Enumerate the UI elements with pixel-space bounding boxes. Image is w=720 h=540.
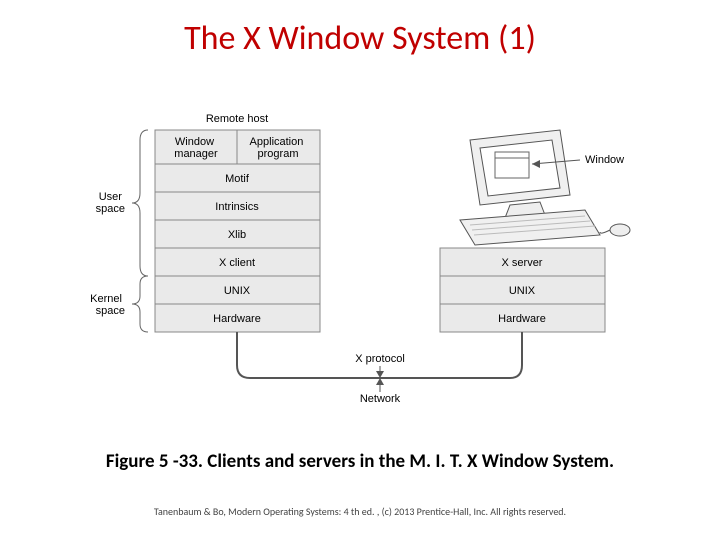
x-window-diagram: Window manager Application program Motif… bbox=[40, 110, 680, 430]
xserver-stack: X server UNIX Hardware bbox=[440, 248, 605, 332]
window-label: Window bbox=[585, 154, 624, 166]
network-label: Network bbox=[360, 393, 401, 405]
copyright-footer: Tanenbaum & Bo, Modern Operating Systems… bbox=[0, 505, 720, 518]
layer-unix-left: UNIX bbox=[224, 285, 251, 297]
x-protocol-label: X protocol bbox=[355, 353, 405, 365]
app-program-label-1: Application bbox=[250, 136, 304, 148]
window-manager-label-2: manager bbox=[174, 148, 218, 160]
computer-icon bbox=[460, 130, 630, 245]
layer-xclient: X client bbox=[219, 257, 255, 269]
layer-hardware-right: Hardware bbox=[498, 313, 546, 325]
layer-unix-right: UNIX bbox=[509, 285, 536, 297]
svg-text:User space: User space bbox=[96, 191, 125, 215]
kernel-space-label-2: space bbox=[96, 305, 125, 317]
slide-title: The X Window System (1) bbox=[0, 18, 720, 59]
svg-text:Window manager: Window manager bbox=[174, 136, 218, 160]
app-program-label-2: program bbox=[258, 148, 299, 160]
layer-xserver: X server bbox=[502, 257, 543, 269]
layer-intrinsics: Intrinsics bbox=[215, 201, 259, 213]
user-space-label-2: space bbox=[96, 203, 125, 215]
svg-text:Kernel space: Kernel space bbox=[90, 293, 125, 317]
remote-host-stack: Window manager Application program Motif… bbox=[155, 130, 320, 332]
user-space-label-1: User bbox=[99, 191, 123, 203]
layer-xlib: Xlib bbox=[228, 229, 246, 241]
svg-text:Application program: Application program bbox=[250, 136, 307, 160]
window-manager-label-1: Window bbox=[175, 136, 214, 148]
layer-motif: Motif bbox=[225, 173, 250, 185]
kernel-space-brace bbox=[132, 276, 148, 332]
network-arrowhead bbox=[376, 378, 384, 385]
remote-host-label: Remote host bbox=[206, 113, 268, 125]
figure-caption: Figure 5 -33. Clients and servers in the… bbox=[0, 450, 720, 473]
kernel-space-label-1: Kernel bbox=[90, 293, 122, 305]
user-space-brace bbox=[132, 130, 148, 276]
x-protocol-arrowhead bbox=[376, 371, 384, 378]
layer-hardware-left: Hardware bbox=[213, 313, 261, 325]
